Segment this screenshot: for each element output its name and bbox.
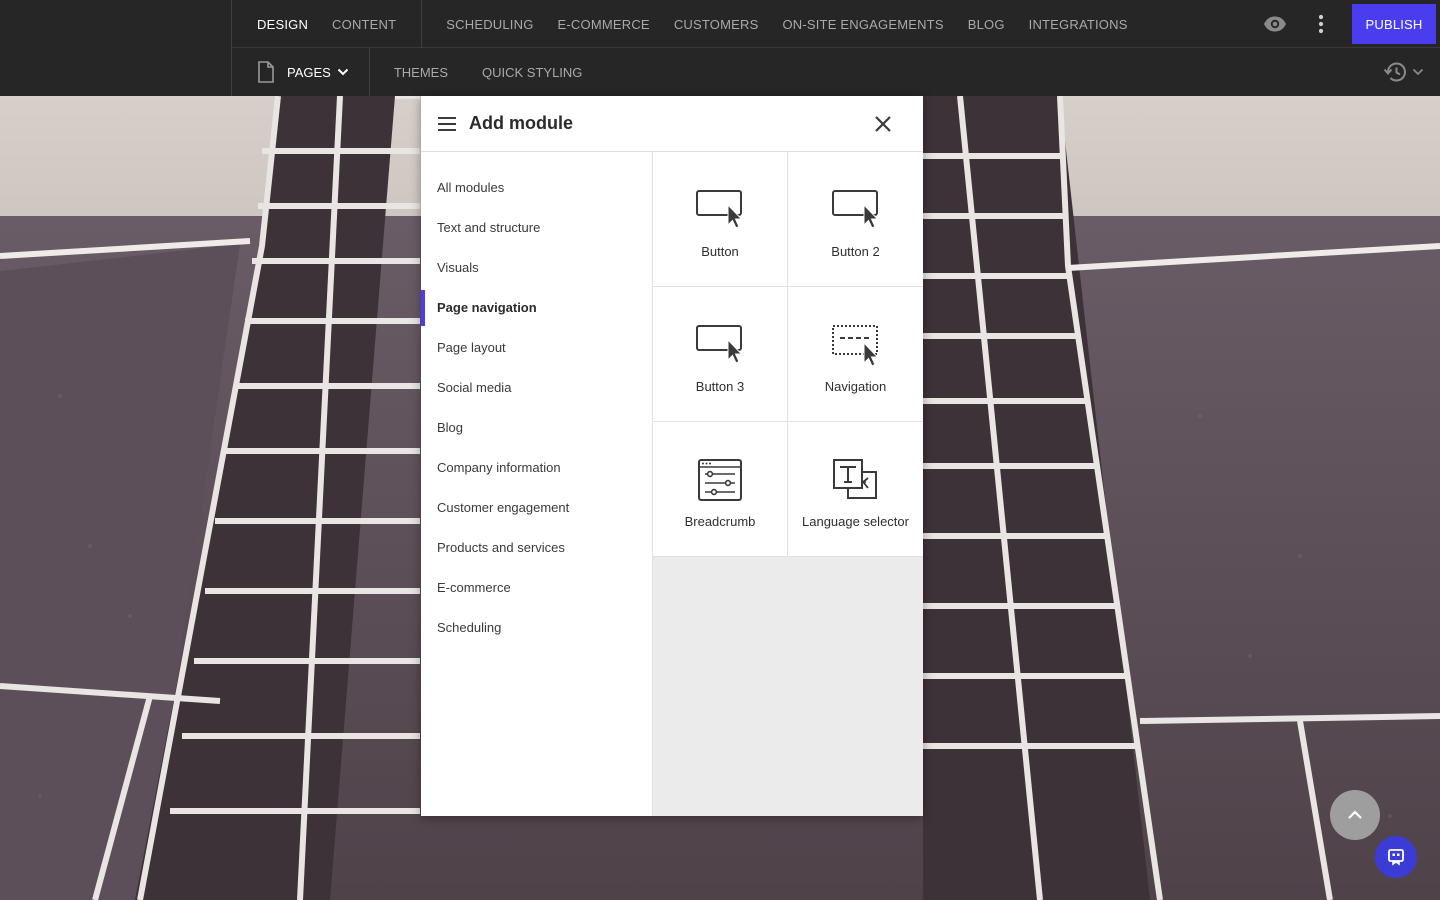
- module-label: Button 2: [831, 244, 880, 259]
- breadcrumb-icon: [698, 459, 742, 501]
- category-visuals[interactable]: Visuals: [421, 248, 652, 288]
- button-icon: [696, 190, 743, 229]
- more-vertical-icon: [1318, 14, 1324, 34]
- robot-icon: [1388, 849, 1404, 866]
- module-label: Language selector: [802, 514, 909, 529]
- category-e-commerce[interactable]: E-commerce: [421, 568, 652, 608]
- chevron-down-icon: [337, 68, 349, 76]
- category-all-modules[interactable]: All modules: [421, 168, 652, 208]
- close-button[interactable]: [873, 114, 893, 134]
- panel-header: Add module: [421, 96, 923, 152]
- navigation-icon: [831, 325, 879, 367]
- category-customer-engagement[interactable]: Customer engagement: [421, 488, 652, 528]
- module-label: Navigation: [824, 379, 887, 394]
- top-nav-tabs: DESIGN CONTENT SCHEDULING E-COMMERCE CUS…: [233, 0, 1140, 48]
- module-label: Button: [701, 244, 739, 259]
- pages-label: PAGES: [287, 64, 331, 80]
- tab-customers[interactable]: CUSTOMERS: [662, 17, 771, 32]
- chevron-up-icon: [1348, 810, 1362, 819]
- button-icon: [696, 325, 743, 364]
- menu-icon[interactable]: [437, 116, 457, 132]
- tab-content[interactable]: CONTENT: [320, 17, 408, 32]
- tab-blog[interactable]: BLOG: [956, 17, 1017, 32]
- preview-button[interactable]: [1252, 0, 1298, 48]
- category-text-and-structure[interactable]: Text and structure: [421, 208, 652, 248]
- button-icon: [831, 190, 879, 229]
- module-category-list: All modules Text and structure Visuals P…: [421, 152, 653, 816]
- category-social-media[interactable]: Social media: [421, 368, 652, 408]
- top-right-actions: PUBLISH: [1252, 0, 1440, 48]
- assistant-button[interactable]: [1375, 836, 1417, 878]
- scroll-to-top-button[interactable]: [1330, 790, 1380, 840]
- more-options-button[interactable]: [1298, 0, 1344, 48]
- module-navigation[interactable]: Navigation: [788, 287, 923, 422]
- module-grid: Button Button 2 Button 3 Navigation Brea…: [653, 152, 923, 557]
- tab-ecommerce[interactable]: E-COMMERCE: [546, 17, 662, 32]
- module-grid-area: Button Button 2 Button 3 Navigation Brea…: [653, 152, 923, 816]
- tab-on-site-engagements[interactable]: ON-SITE ENGAGEMENTS: [770, 17, 955, 32]
- module-label: Breadcrumb: [684, 514, 756, 529]
- language-selector-icon: [832, 459, 877, 499]
- eye-icon: [1264, 16, 1286, 32]
- feature-tabs: SCHEDULING E-COMMERCE CUSTOMERS ON-SITE …: [422, 0, 1139, 48]
- category-blog[interactable]: Blog: [421, 408, 652, 448]
- page-icon: [258, 61, 274, 83]
- add-module-panel: Add module All modules Text and structur…: [421, 96, 923, 816]
- category-page-navigation[interactable]: Page navigation: [421, 288, 652, 328]
- tab-design[interactable]: DESIGN: [245, 17, 320, 32]
- tab-quick-styling[interactable]: QUICK STYLING: [465, 65, 599, 80]
- category-scheduling[interactable]: Scheduling: [421, 608, 652, 648]
- history-icon: [1383, 62, 1406, 82]
- publish-button[interactable]: PUBLISH: [1352, 4, 1436, 44]
- tab-themes[interactable]: THEMES: [370, 65, 465, 80]
- module-label: Button 3: [695, 379, 745, 394]
- module-button-3[interactable]: Button 3: [653, 287, 788, 422]
- module-breadcrumb[interactable]: Breadcrumb: [653, 422, 788, 557]
- category-page-layout[interactable]: Page layout: [421, 328, 652, 368]
- pages-dropdown[interactable]: PAGES: [233, 48, 370, 96]
- editor-mode-tabs: DESIGN CONTENT: [233, 0, 423, 48]
- category-company-information[interactable]: Company information: [421, 448, 652, 488]
- category-products-and-services[interactable]: Products and services: [421, 528, 652, 568]
- close-icon: [875, 116, 891, 132]
- tab-scheduling[interactable]: SCHEDULING: [434, 17, 545, 32]
- module-language-selector[interactable]: Language selector: [788, 422, 923, 557]
- sub-nav: PAGES THEMES QUICK STYLING: [233, 48, 599, 96]
- tab-integrations[interactable]: INTEGRATIONS: [1017, 17, 1140, 32]
- chevron-down-icon: [1412, 68, 1424, 76]
- module-button-2[interactable]: Button 2: [788, 152, 923, 287]
- module-button[interactable]: Button: [653, 152, 788, 287]
- history-button[interactable]: [1382, 48, 1424, 96]
- logo-area: [0, 0, 232, 96]
- panel-title: Add module: [469, 113, 573, 133]
